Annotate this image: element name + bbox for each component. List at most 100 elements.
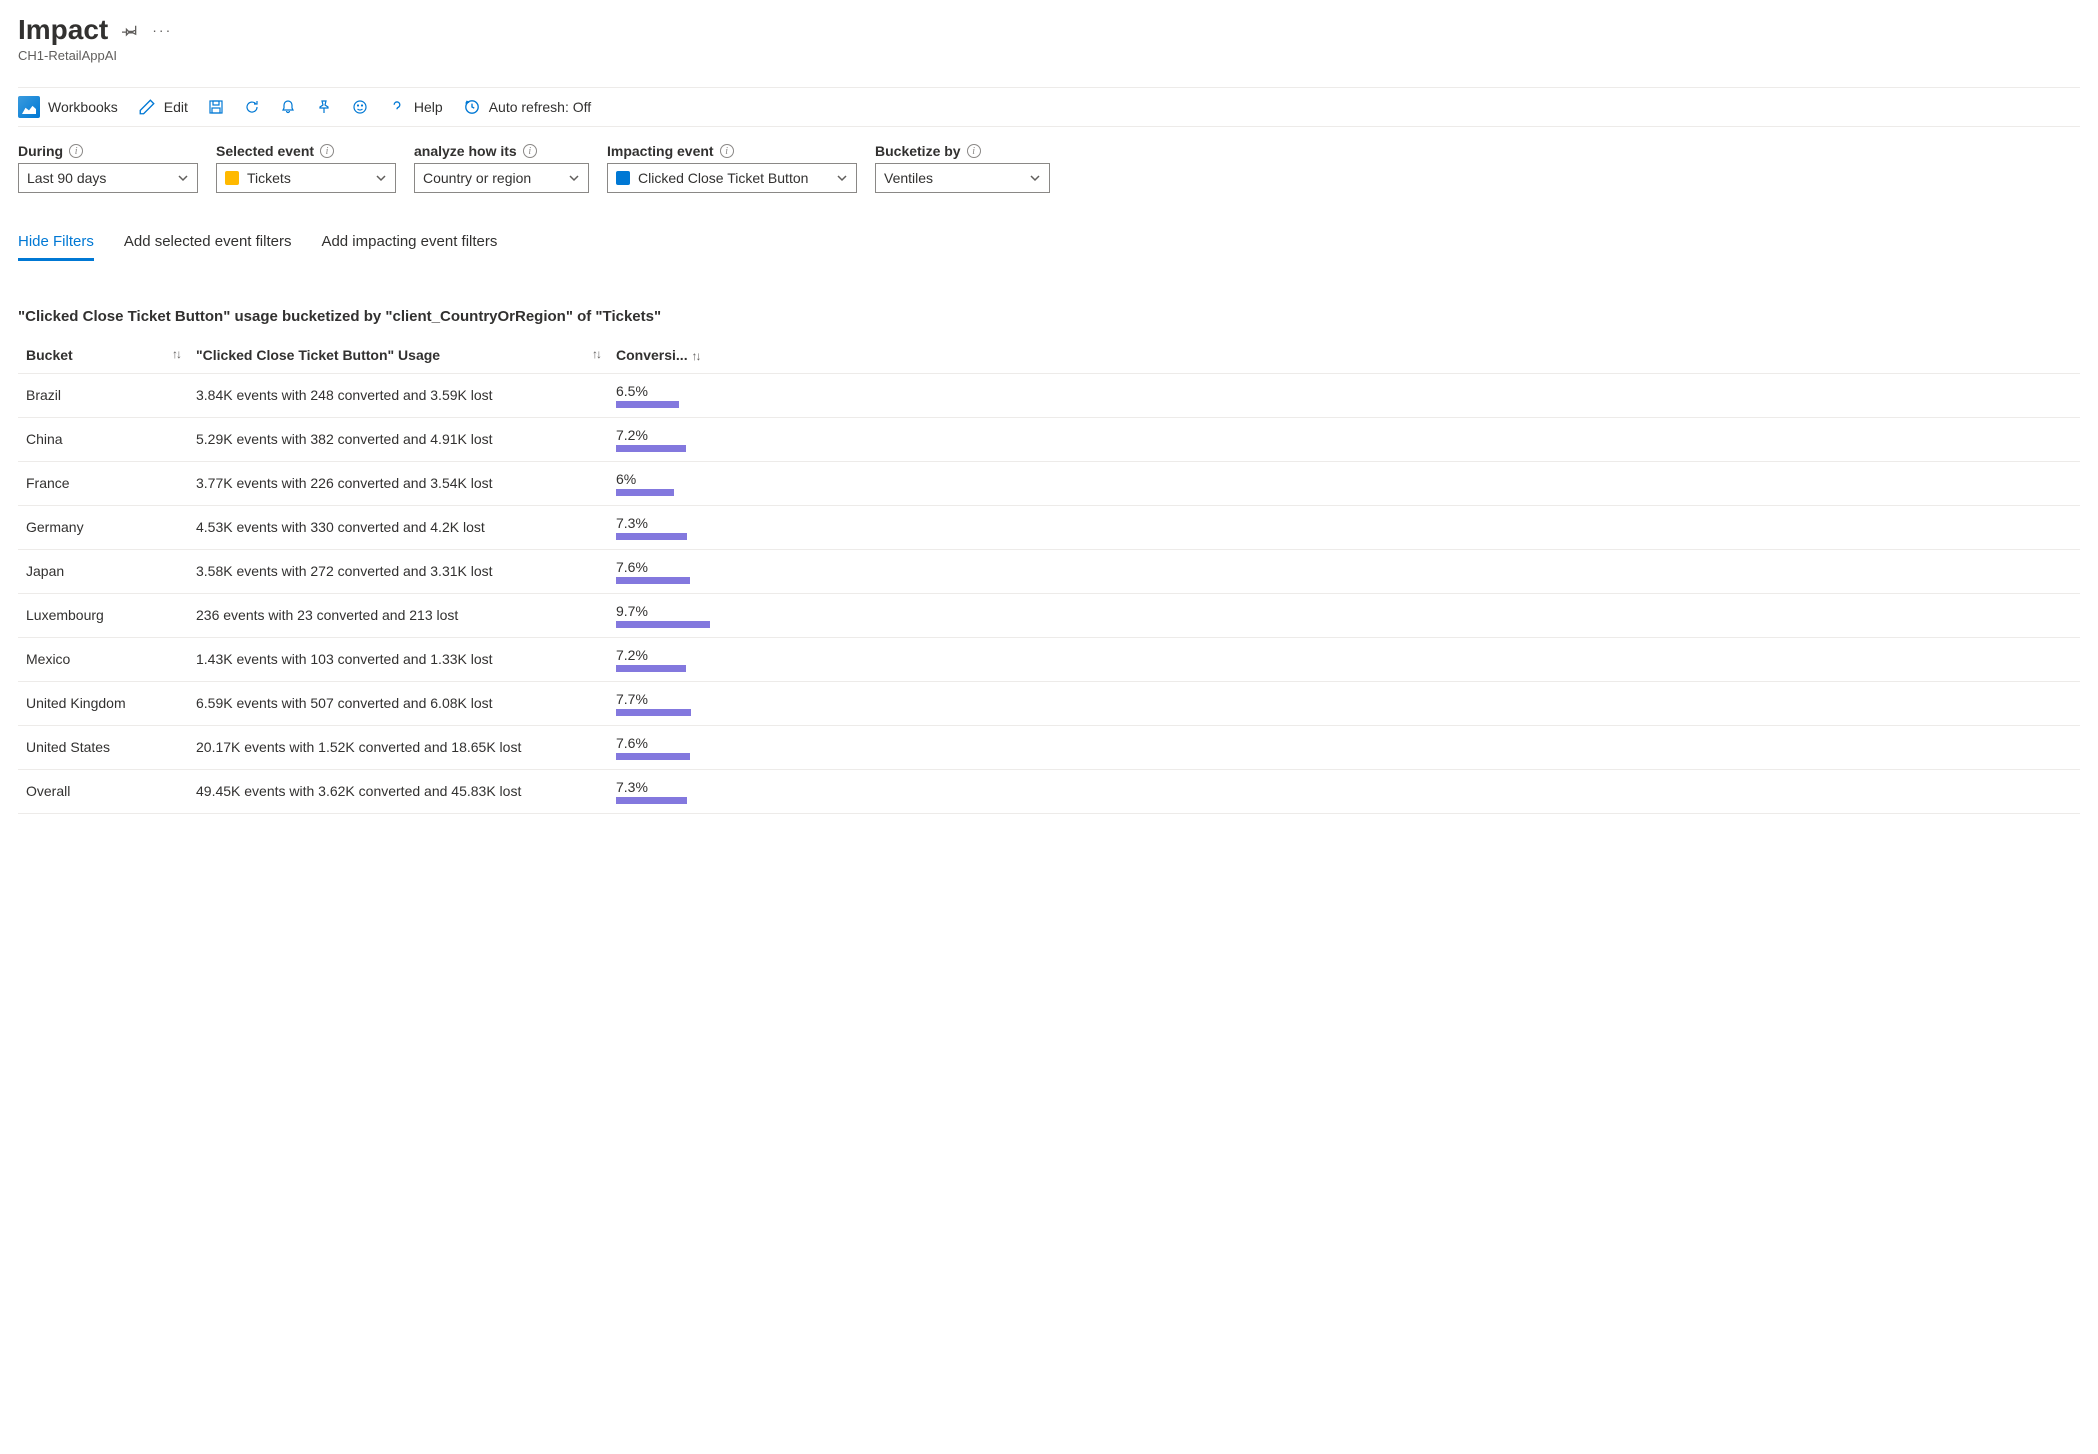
sort-icon: ↑↓ — [172, 347, 180, 361]
cell-bucket: United States — [18, 725, 188, 769]
event-color-icon — [616, 171, 630, 185]
table-row[interactable]: United States 20.17K events with 1.52K c… — [18, 725, 2080, 769]
table-row[interactable]: Overall 49.45K events with 3.62K convert… — [18, 769, 2080, 813]
pin-icon[interactable] — [122, 22, 138, 38]
selected-event-value: Tickets — [247, 170, 291, 186]
workbooks-label: Workbooks — [48, 99, 118, 115]
conversion-bar — [616, 577, 690, 584]
info-icon[interactable]: i — [720, 144, 734, 158]
impacting-select[interactable]: Clicked Close Ticket Button — [607, 163, 857, 193]
cell-conversion: 7.6% — [608, 725, 718, 769]
conversion-bar — [616, 533, 687, 540]
cell-conversion: 6% — [608, 461, 718, 505]
cell-bucket: Luxembourg — [18, 593, 188, 637]
cell-usage: 3.58K events with 272 converted and 3.31… — [188, 549, 608, 593]
chevron-down-icon — [568, 172, 580, 184]
col-bucket[interactable]: Bucket ↑↓ — [18, 337, 188, 374]
table-row[interactable]: Germany 4.53K events with 330 converted … — [18, 505, 2080, 549]
hide-filters-tab[interactable]: Hide Filters — [18, 233, 94, 261]
cell-usage: 3.77K events with 226 converted and 3.54… — [188, 461, 608, 505]
clock-refresh-icon — [463, 98, 481, 116]
conversion-bar — [616, 753, 690, 760]
table-row[interactable]: China 5.29K events with 382 converted an… — [18, 417, 2080, 461]
cell-bucket: Overall — [18, 769, 188, 813]
table-row[interactable]: Japan 3.58K events with 272 converted an… — [18, 549, 2080, 593]
feedback-icon[interactable] — [352, 99, 368, 115]
cell-usage: 1.43K events with 103 converted and 1.33… — [188, 637, 608, 681]
pin-toolbar-icon[interactable] — [316, 99, 332, 115]
cell-usage: 5.29K events with 382 converted and 4.91… — [188, 417, 608, 461]
cell-usage: 6.59K events with 507 converted and 6.08… — [188, 681, 608, 725]
workbooks-icon — [18, 96, 40, 118]
table-row[interactable]: France 3.77K events with 226 converted a… — [18, 461, 2080, 505]
cell-conversion: 9.7% — [608, 593, 718, 637]
save-icon[interactable] — [208, 99, 224, 115]
cell-bucket: Germany — [18, 505, 188, 549]
help-button[interactable]: Help — [388, 98, 443, 116]
table-row[interactable]: Luxembourg 236 events with 23 converted … — [18, 593, 2080, 637]
table-row[interactable]: Mexico 1.43K events with 103 converted a… — [18, 637, 2080, 681]
col-usage[interactable]: "Clicked Close Ticket Button" Usage ↑↓ — [188, 337, 608, 374]
info-icon[interactable]: i — [967, 144, 981, 158]
auto-refresh-label: Auto refresh: Off — [489, 99, 591, 115]
info-icon[interactable]: i — [320, 144, 334, 158]
conversion-bar — [616, 621, 710, 628]
conversion-bar — [616, 489, 674, 496]
cell-conversion: 7.7% — [608, 681, 718, 725]
refresh-icon[interactable] — [244, 99, 260, 115]
during-select[interactable]: Last 90 days — [18, 163, 198, 193]
info-icon[interactable]: i — [69, 144, 83, 158]
help-icon — [388, 98, 406, 116]
chevron-down-icon — [836, 172, 848, 184]
alert-icon[interactable] — [280, 99, 296, 115]
cell-conversion: 7.3% — [608, 505, 718, 549]
col-bucket-label: Bucket — [26, 347, 73, 363]
edit-label: Edit — [164, 99, 188, 115]
col-conversion[interactable]: Conversi... ↑↓ — [608, 337, 718, 374]
cell-usage: 236 events with 23 converted and 213 los… — [188, 593, 608, 637]
chevron-down-icon — [177, 172, 189, 184]
cell-usage: 4.53K events with 330 converted and 4.2K… — [188, 505, 608, 549]
analyze-select[interactable]: Country or region — [414, 163, 589, 193]
analyze-label: analyze how its — [414, 143, 517, 159]
bucketize-select[interactable]: Ventiles — [875, 163, 1050, 193]
cell-bucket: Brazil — [18, 373, 188, 417]
auto-refresh-button[interactable]: Auto refresh: Off — [463, 98, 591, 116]
add-selected-filters-tab[interactable]: Add selected event filters — [124, 233, 292, 261]
sort-icon: ↑↓ — [592, 347, 600, 361]
cell-conversion: 7.6% — [608, 549, 718, 593]
section-title: "Clicked Close Ticket Button" usage buck… — [18, 307, 2080, 327]
table-row[interactable]: United Kingdom 6.59K events with 507 con… — [18, 681, 2080, 725]
bucketize-label: Bucketize by — [875, 143, 961, 159]
conversion-bar — [616, 797, 687, 804]
cell-conversion: 7.2% — [608, 637, 718, 681]
cell-usage: 49.45K events with 3.62K converted and 4… — [188, 769, 608, 813]
selected-event-label: Selected event — [216, 143, 314, 159]
col-conversion-label: Conversi... — [616, 347, 688, 363]
more-icon[interactable]: ··· — [152, 22, 172, 38]
resource-subtitle: CH1-RetailAppAI — [18, 48, 2080, 63]
filter-tabs: Hide Filters Add selected event filters … — [18, 233, 2080, 261]
cell-conversion: 7.3% — [608, 769, 718, 813]
cell-bucket: United Kingdom — [18, 681, 188, 725]
add-impacting-filters-tab[interactable]: Add impacting event filters — [321, 233, 497, 261]
chevron-down-icon — [1029, 172, 1041, 184]
workbooks-button[interactable]: Workbooks — [18, 96, 118, 118]
chevron-down-icon — [375, 172, 387, 184]
sort-icon: ↑↓ — [691, 349, 699, 363]
table-row[interactable]: Brazil 3.84K events with 248 converted a… — [18, 373, 2080, 417]
filters-row: Duringi Last 90 days Selected eventi Tic… — [18, 143, 2080, 193]
cell-bucket: Japan — [18, 549, 188, 593]
conversion-bar — [616, 401, 679, 408]
bucketize-value: Ventiles — [884, 170, 933, 186]
edit-button[interactable]: Edit — [138, 98, 188, 116]
cell-usage: 3.84K events with 248 converted and 3.59… — [188, 373, 608, 417]
info-icon[interactable]: i — [523, 144, 537, 158]
pencil-icon — [138, 98, 156, 116]
cell-bucket: Mexico — [18, 637, 188, 681]
selected-event-select[interactable]: Tickets — [216, 163, 396, 193]
page-title: Impact — [18, 14, 108, 46]
cell-bucket: China — [18, 417, 188, 461]
event-color-icon — [225, 171, 239, 185]
col-usage-label: "Clicked Close Ticket Button" Usage — [196, 347, 440, 363]
